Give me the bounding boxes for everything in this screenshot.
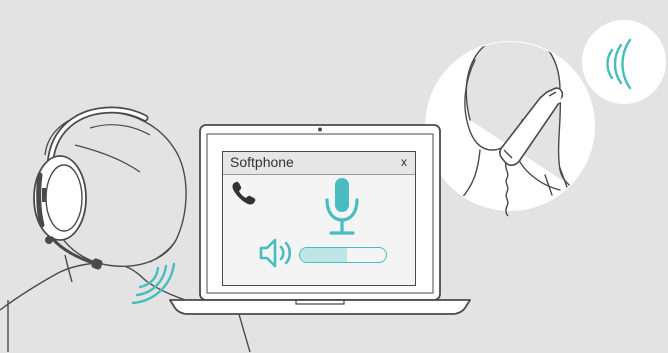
microphone-icon[interactable] — [325, 178, 359, 235]
softphone-title-bar: Softphone x — [223, 152, 415, 175]
close-button[interactable]: x — [401, 155, 407, 169]
handset-user-inset — [425, 20, 666, 217]
illustration-stage: Softphone x — [0, 0, 668, 353]
softphone-title: Softphone — [230, 154, 294, 170]
volume-level-fill — [300, 248, 348, 262]
phone-icon[interactable] — [232, 181, 256, 205]
softphone-body — [223, 174, 415, 285]
softphone-window: Softphone x — [222, 151, 416, 286]
sound-waves-icon — [131, 262, 176, 305]
volume-level-bar[interactable] — [299, 247, 387, 263]
speaker-icon[interactable] — [259, 238, 292, 268]
